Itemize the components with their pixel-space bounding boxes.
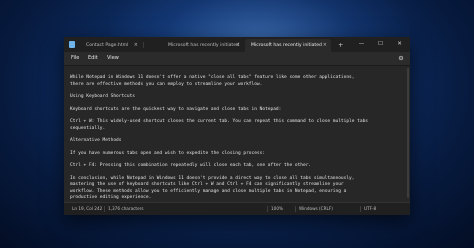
tab-contact-page[interactable]: Contact Page.html ×	[80, 39, 142, 52]
menu-bar: File Edit View	[64, 52, 410, 66]
status-divider	[295, 206, 296, 212]
tab-divider	[143, 42, 144, 48]
character-count: 1,376 characters	[108, 206, 144, 211]
tab-label: Microsoft has recently initiated	[168, 43, 239, 48]
tab-close-icon[interactable]: ×	[323, 39, 327, 52]
minimize-button[interactable]: —	[352, 37, 371, 52]
encoding[interactable]: UTF-8	[364, 203, 376, 215]
cursor-position: Ln 19, Col 242	[72, 206, 103, 211]
menu-file[interactable]: File	[71, 52, 79, 65]
vertical-scrollbar[interactable]	[407, 68, 409, 198]
window-controls: — ☐ ✕	[352, 37, 410, 52]
settings-gear-icon[interactable]	[398, 55, 404, 61]
menu-view[interactable]: View	[107, 52, 119, 65]
text-line: productive editing experience.	[70, 194, 152, 200]
text-line: Ctrl + W: This widely-used shortcut clos…	[70, 119, 369, 125]
maximize-button[interactable]: ☐	[371, 37, 390, 52]
tab-close-icon[interactable]: ×	[236, 39, 240, 52]
close-window-button[interactable]: ✕	[390, 37, 409, 52]
notepad-window: Contact Page.html × Microsoft has recent…	[64, 37, 410, 215]
status-divider	[267, 206, 268, 212]
title-bar[interactable]: Contact Page.html × Microsoft has recent…	[64, 37, 410, 52]
tab-microsoft-1[interactable]: Microsoft has recently initiated ×	[162, 39, 244, 52]
line-ending[interactable]: Windows (CRLF)	[299, 203, 333, 215]
status-divider	[104, 206, 105, 212]
status-divider	[360, 206, 361, 212]
new-tab-button[interactable]: +	[338, 39, 343, 52]
zoom-level[interactable]: 100%	[271, 203, 283, 215]
tab-label: Microsoft has recently initiated	[251, 43, 322, 48]
text-editor[interactable]: While Notepad in Windows 11 doesn't offe…	[64, 66, 410, 203]
notepad-app-icon	[69, 41, 75, 48]
tab-close-icon[interactable]: ×	[134, 39, 138, 52]
menu-edit[interactable]: Edit	[88, 52, 98, 65]
status-bar: Ln 19, Col 242 1,376 characters 100% Win…	[64, 202, 410, 215]
tab-microsoft-active[interactable]: Microsoft has recently initiated ×	[245, 39, 331, 52]
tab-label: Contact Page.html	[86, 43, 129, 48]
